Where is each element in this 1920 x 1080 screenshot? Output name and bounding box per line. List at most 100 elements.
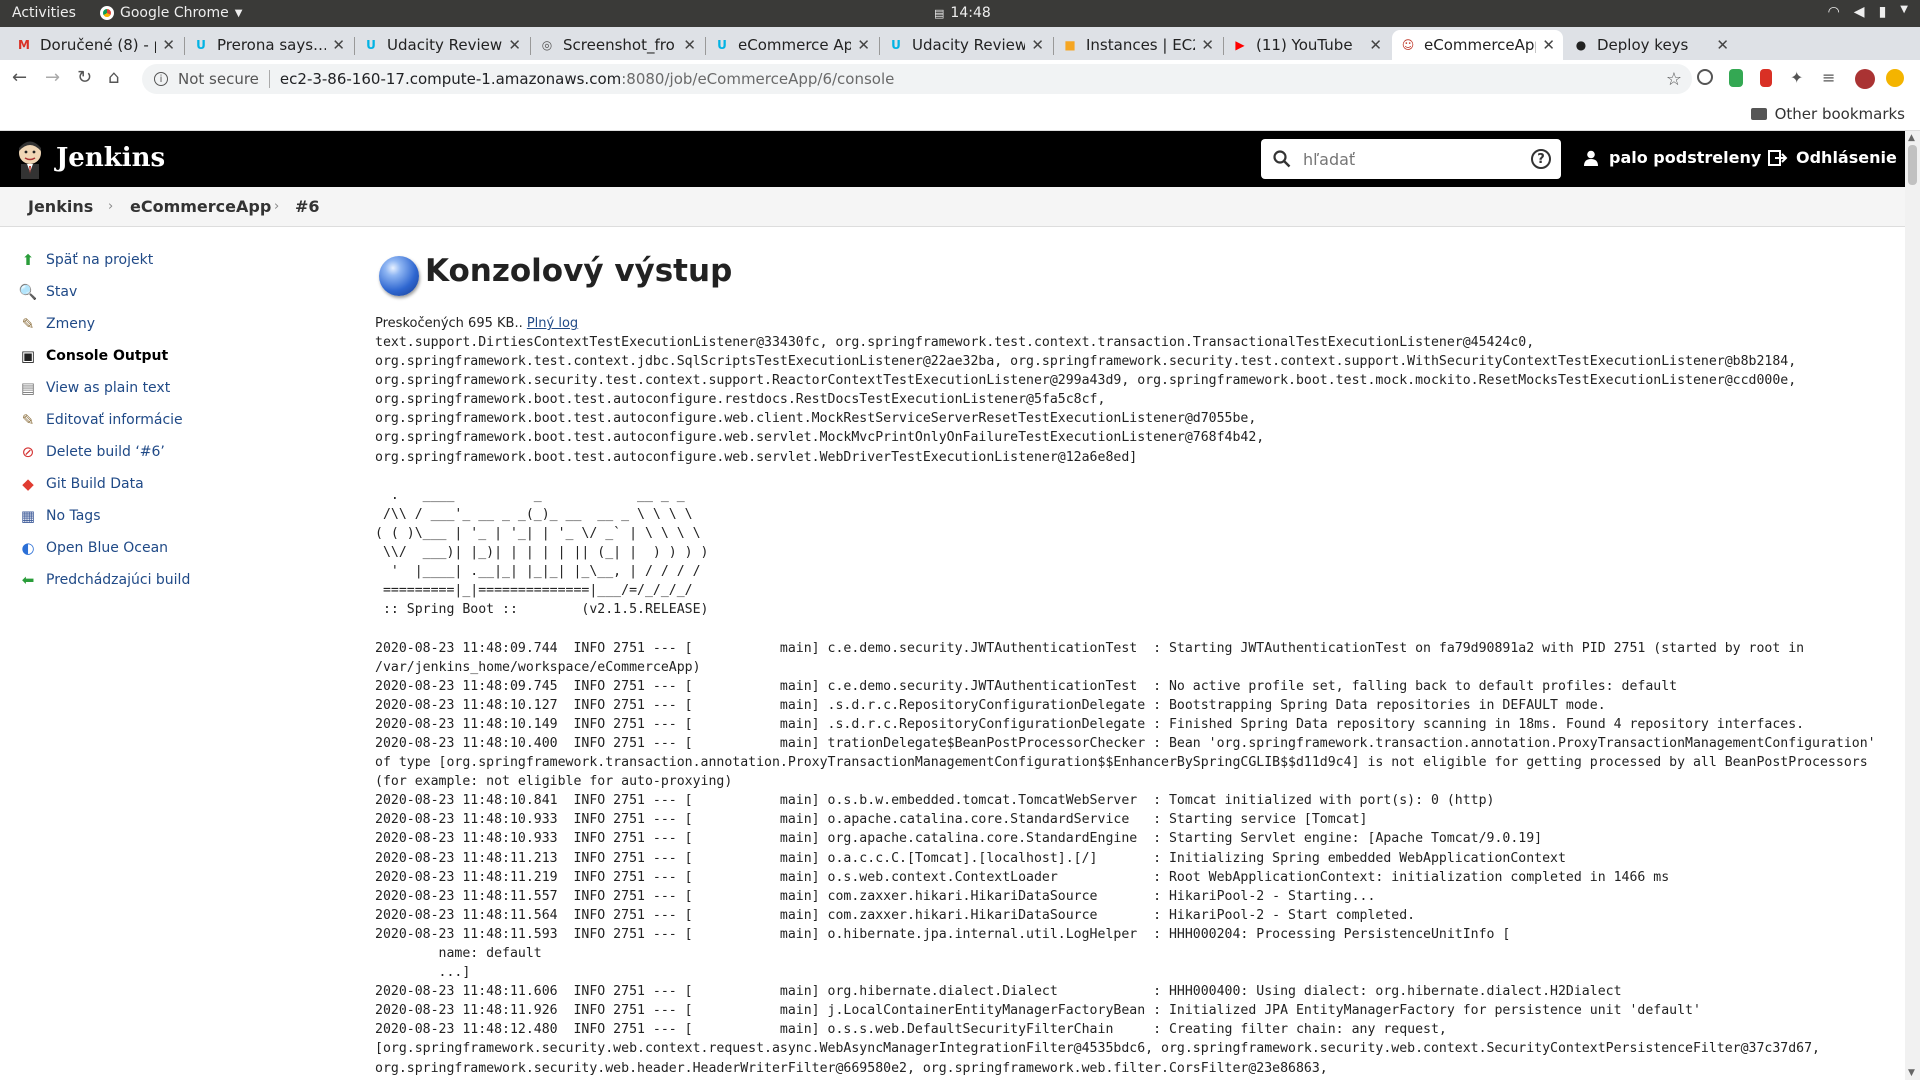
youtube-icon: ▶: [1235, 38, 1245, 52]
search-box[interactable]: ?: [1261, 139, 1561, 179]
back-icon[interactable]: ←: [12, 67, 27, 88]
aws-icon: ■: [1064, 38, 1076, 52]
browser-tab[interactable]: U Udacity Reviews ✕: [355, 30, 529, 60]
sidebar-item-label: Open Blue Ocean: [46, 540, 169, 556]
breadcrumb-separator-icon[interactable]: ›: [274, 199, 279, 214]
browser-tab[interactable]: U Prerona says… ✕: [185, 30, 353, 60]
tab-close-icon[interactable]: ✕: [1542, 36, 1555, 54]
sidebar-item[interactable]: ◐ Open Blue Ocean: [18, 532, 348, 564]
avatar[interactable]: [1855, 69, 1875, 89]
tab-close-icon[interactable]: ✕: [1716, 36, 1729, 54]
sidebar-item-label: Delete build ‘#6’: [46, 444, 165, 460]
chevron-down-icon: ▼: [1900, 4, 1908, 15]
tab-close-icon[interactable]: ✕: [1369, 36, 1382, 54]
lastpass-extension-icon[interactable]: [1760, 69, 1772, 87]
sidebar-item-label: Editovať informácie: [46, 412, 183, 428]
bookmarks-bar: Other bookmarks: [0, 97, 1920, 131]
search-input[interactable]: [1303, 149, 1523, 169]
jenkins-icon: ☺: [1401, 38, 1415, 52]
skipped-text: Preskočených 695 KB..: [375, 316, 527, 331]
sidebar-item-label: Späť na projekt: [46, 252, 154, 268]
udacity-icon: U: [366, 38, 376, 52]
browser-tab[interactable]: U Udacity Reviews ✕: [880, 30, 1052, 60]
sidebar-item[interactable]: ✎ Editovať informácie: [18, 404, 348, 436]
calendar-icon: ▤: [934, 6, 945, 20]
tab-close-icon[interactable]: ✕: [1031, 36, 1044, 54]
tab-title: Prerona says…: [217, 36, 327, 54]
browser-tab[interactable]: ● Deploy keys ✕: [1565, 30, 1737, 60]
sidebar-item[interactable]: ◆ Git Build Data: [18, 468, 348, 500]
git-icon: ◆: [22, 475, 34, 493]
sidebar-item[interactable]: ▣ Console Output: [18, 340, 348, 372]
tab-close-icon[interactable]: ✕: [332, 36, 345, 54]
sheets-extension-icon[interactable]: [1729, 69, 1743, 87]
browser-tab[interactable]: UeCommerce App ✕: [706, 30, 878, 60]
sidebar-item[interactable]: ✎ Zmeny: [18, 308, 348, 340]
security-label: Not secure: [178, 70, 259, 88]
tab-close-icon[interactable]: ✕: [162, 36, 175, 54]
tab-title: Doručené (8) - p: [40, 36, 157, 54]
sidebar-item-label: Predchádzajúci build: [46, 572, 191, 588]
tab-title: Udacity Reviews: [912, 36, 1026, 54]
sidebar-item-label: Zmeny: [46, 316, 95, 332]
other-bookmarks-label: Other bookmarks: [1774, 105, 1905, 123]
user-icon: [1584, 150, 1598, 166]
breadcrumb-jenkins[interactable]: Jenkins: [28, 197, 93, 216]
sidebar-item[interactable]: ⬅ Predchádzajúci build: [18, 564, 348, 596]
scroll-up-icon[interactable]: ▲: [1908, 133, 1915, 143]
udacity-icon: U: [891, 38, 901, 52]
other-bookmarks[interactable]: Other bookmarks: [1750, 105, 1905, 123]
system-tray[interactable]: ◠ ◀ ▮ ▼: [1828, 4, 1908, 20]
tab-close-icon[interactable]: ✕: [683, 36, 696, 54]
folder-icon: [1750, 108, 1767, 120]
update-icon[interactable]: [1886, 69, 1904, 87]
puzzle-icon[interactable]: ✦: [1790, 68, 1803, 87]
jenkins-logo-icon[interactable]: [14, 139, 46, 179]
tab-title: Deploy keys: [1597, 36, 1689, 54]
browser-tab[interactable]: ▶ (11) YouTube ✕: [1224, 30, 1390, 60]
extension-icon[interactable]: [1697, 69, 1713, 85]
breadcrumb-build[interactable]: #6: [295, 197, 320, 216]
tab-close-icon[interactable]: ✕: [857, 36, 870, 54]
app-menu[interactable]: Google Chrome ▼: [100, 5, 242, 21]
sidebar-item[interactable]: ⊘ Delete build ‘#6’: [18, 436, 348, 468]
breadcrumb-separator-icon[interactable]: ›: [108, 199, 113, 214]
sidebar-item[interactable]: 🔍 Stav: [18, 276, 348, 308]
reload-icon[interactable]: ↻: [77, 67, 92, 88]
reading-list-icon[interactable]: ≡: [1822, 68, 1835, 87]
tab-title: eCommerceApp: [1424, 36, 1537, 54]
gmail-icon: M: [18, 38, 30, 52]
sidebar-item[interactable]: ⬆ Späť na projekt: [18, 244, 348, 276]
home-icon[interactable]: ⌂: [108, 67, 119, 88]
info-icon[interactable]: i: [154, 72, 168, 86]
tab-close-icon[interactable]: ✕: [508, 36, 521, 54]
activities-button[interactable]: Activities: [12, 5, 76, 21]
forward-icon[interactable]: →: [45, 67, 60, 88]
address-divider: [268, 70, 270, 88]
browser-tab[interactable]: M Doručené (8) - p ✕: [8, 30, 183, 60]
full-log-link[interactable]: Plný log: [527, 316, 578, 331]
chevron-down-icon: ▼: [234, 7, 243, 19]
sidebar-item-label: View as plain text: [46, 380, 171, 396]
jenkins-brand[interactable]: Jenkins: [56, 143, 165, 173]
user-menu[interactable]: palo podstreleny: [1583, 148, 1761, 167]
sidebar-item[interactable]: ▦ No Tags: [18, 500, 348, 532]
bookmark-star-icon[interactable]: ☆: [1666, 69, 1682, 90]
browser-tab[interactable]: ◎ Screenshot_fro ✕: [531, 30, 704, 60]
build-status-ball-icon: [379, 256, 419, 296]
browser-tab[interactable]: ☺ eCommerceApp ✕: [1392, 30, 1563, 60]
scrollbar-thumb[interactable]: [1908, 145, 1917, 185]
breadcrumb-ecommerceapp[interactable]: eCommerceApp: [130, 197, 271, 216]
logout-icon: [1768, 149, 1788, 166]
battery-icon: ▮: [1878, 4, 1887, 20]
page-scrollbar[interactable]: ▲ ▼: [1905, 131, 1920, 1080]
browser-tab[interactable]: ■ Instances | EC2 ✕: [1054, 30, 1222, 60]
help-icon[interactable]: ?: [1531, 149, 1551, 169]
logout-link[interactable]: Odhlásenie: [1768, 148, 1897, 167]
address-bar[interactable]: i Not secure ec2-3-86-160-17.compute-1.a…: [142, 64, 1692, 94]
scroll-down-icon[interactable]: ▼: [1908, 1068, 1915, 1078]
sidebar-item[interactable]: ▤ View as plain text: [18, 372, 348, 404]
clock[interactable]: ▤ 14:48: [934, 5, 991, 21]
notepad-icon: ✎: [21, 315, 35, 333]
tab-close-icon[interactable]: ✕: [1201, 36, 1214, 54]
